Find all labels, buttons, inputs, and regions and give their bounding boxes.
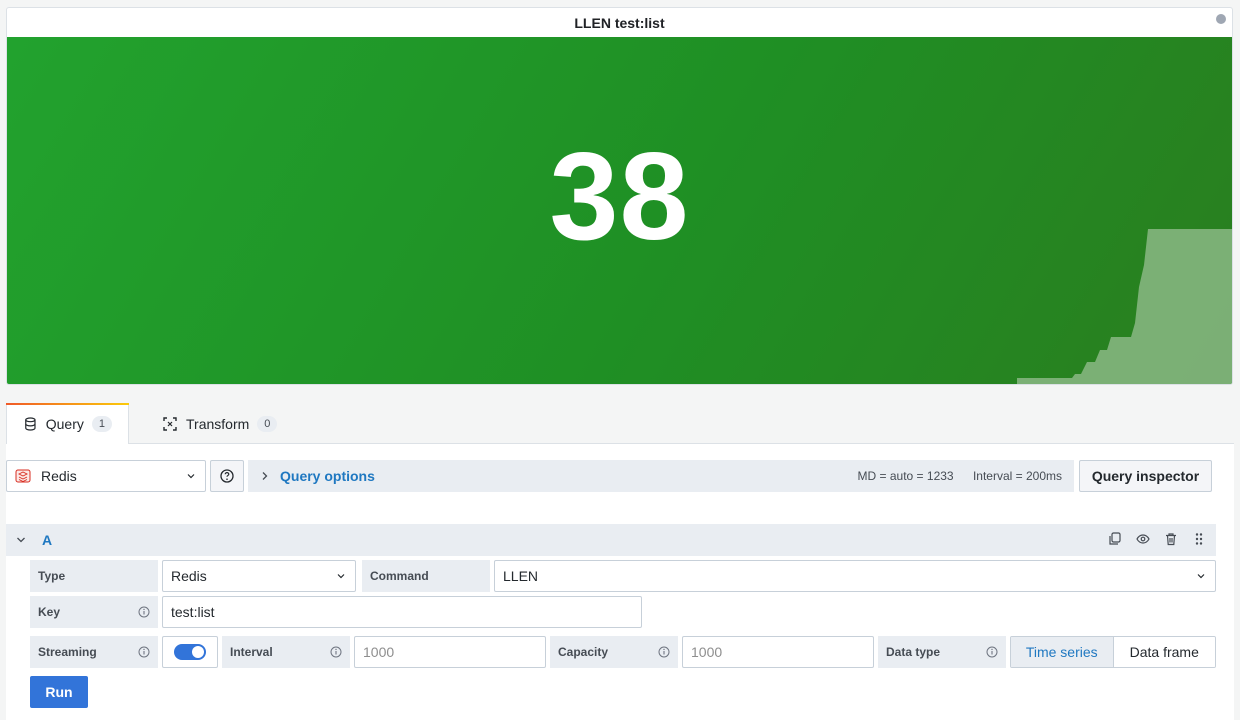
query-row-header[interactable]: A (6, 524, 1216, 556)
drag-handle-icon[interactable] (1192, 532, 1206, 546)
tab-query-count: 1 (91, 416, 112, 432)
info-icon[interactable] (330, 646, 342, 658)
query-options-bar[interactable]: Query options MD = auto = 1233 Interval … (248, 460, 1074, 492)
tab-transform-label: Transform (186, 415, 250, 432)
chevron-down-icon[interactable] (16, 535, 26, 545)
streaming-label: Streaming (30, 636, 158, 668)
data-type-radio-group: Time series Data frame (1010, 636, 1216, 668)
query-row-actions (1108, 532, 1206, 546)
datasource-name: Redis (41, 468, 77, 484)
query-inspector-button[interactable]: Query inspector (1079, 460, 1212, 492)
capacity-label-text: Capacity (558, 645, 609, 659)
tab-transform[interactable]: Transform 0 (146, 403, 293, 444)
question-circle-icon (220, 469, 234, 483)
streaming-toggle[interactable] (174, 644, 206, 660)
panel-status-dot (1216, 14, 1226, 24)
key-label: Key (30, 596, 158, 628)
run-button[interactable]: Run (30, 676, 88, 708)
tab-transform-count: 0 (257, 415, 278, 432)
chevron-down-icon (1197, 574, 1205, 579)
transform-icon (163, 416, 177, 431)
command-label: Command (362, 560, 490, 592)
data-type-option-time-series[interactable]: Time series (1011, 637, 1114, 667)
interval-input[interactable]: 1000 (354, 636, 546, 668)
key-input[interactable]: test:list (162, 596, 642, 628)
interval-label: Interval (222, 636, 350, 668)
info-icon[interactable] (986, 646, 998, 658)
datasource-picker[interactable]: Redis (6, 460, 206, 492)
interval-text: Interval = 200ms (972, 469, 1062, 483)
key-value: test:list (171, 604, 215, 620)
query-ref-id[interactable]: A (42, 532, 52, 548)
data-type-label-text: Data type (886, 645, 941, 659)
tab-query[interactable]: Query 1 (6, 403, 129, 445)
type-select[interactable]: Redis (162, 560, 356, 592)
capacity-input[interactable]: 1000 (682, 636, 874, 668)
editor-tabs: Query 1 Transform 0 (6, 403, 1234, 445)
max-data-points-text: MD = auto = 1233 (857, 469, 954, 483)
chevron-right-icon (262, 472, 268, 480)
data-type-label: Data type (878, 636, 1006, 668)
command-select[interactable]: LLEN (494, 560, 1216, 592)
chevron-down-icon (187, 474, 195, 479)
datasource-help-button[interactable] (210, 460, 244, 492)
query-options-label: Query options (280, 468, 375, 484)
capacity-label: Capacity (550, 636, 678, 668)
duplicate-icon[interactable] (1108, 532, 1122, 546)
data-type-option-data-frame[interactable]: Data frame (1113, 637, 1215, 667)
panel-header[interactable]: LLEN test:list (7, 8, 1232, 37)
stat-value: 38 (549, 128, 690, 266)
type-label-text: Type (38, 569, 66, 583)
streaming-toggle-container (162, 636, 218, 668)
command-value: LLEN (503, 568, 539, 584)
database-icon (25, 417, 36, 431)
info-icon[interactable] (138, 646, 150, 658)
type-value: Redis (171, 568, 207, 584)
type-label: Type (30, 560, 158, 592)
chevron-down-icon (337, 574, 345, 579)
tab-query-label: Query (45, 416, 84, 432)
query-editor: Redis Query options MD = auto = 1233 Int… (6, 444, 1234, 720)
panel-title: LLEN test:list (574, 14, 665, 31)
info-icon[interactable] (658, 646, 670, 658)
info-icon[interactable] (138, 606, 150, 618)
command-label-text: Command (370, 569, 429, 583)
stat-visualization: 38 (7, 37, 1232, 384)
interval-label-text: Interval (230, 645, 273, 659)
trash-icon[interactable] (1164, 532, 1178, 546)
streaming-label-text: Streaming (38, 645, 97, 659)
query-options-summary: MD = auto = 1233 Interval = 200ms (858, 469, 1062, 483)
eye-icon[interactable] (1136, 532, 1150, 546)
stat-panel: LLEN test:list 38 (6, 7, 1233, 385)
capacity-placeholder: 1000 (691, 644, 723, 660)
redis-icon (15, 469, 31, 483)
key-label-text: Key (38, 605, 61, 619)
interval-placeholder: 1000 (363, 644, 395, 660)
